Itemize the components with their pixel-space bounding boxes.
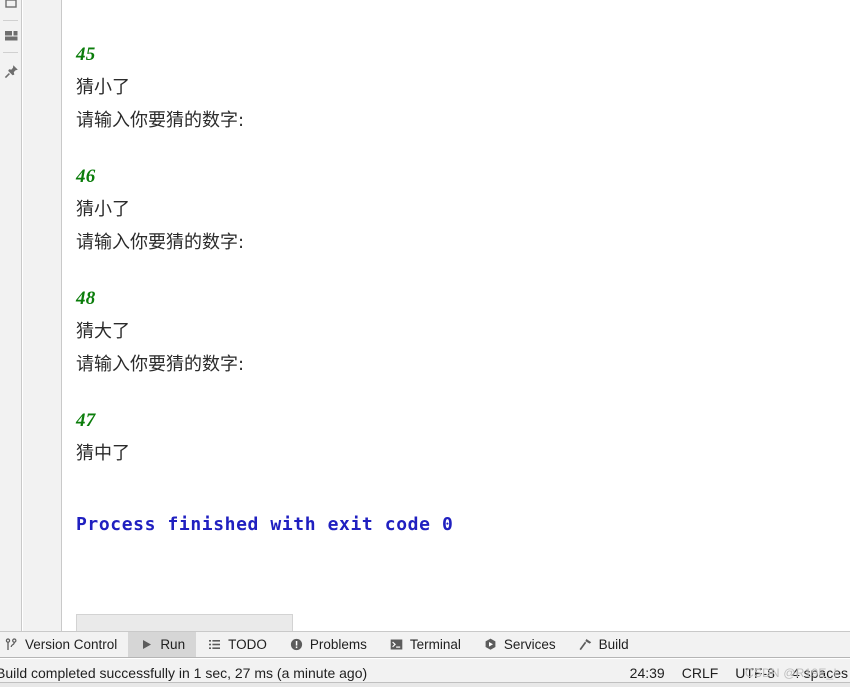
strip-divider-1 xyxy=(3,20,18,21)
tool-tab-terminal[interactable]: Terminal xyxy=(378,632,472,657)
output-block: 48 猜大了 请输入你要猜的数字: xyxy=(76,282,850,381)
strip-divider-2 xyxy=(3,52,18,53)
tool-tab-run[interactable]: Run xyxy=(128,632,197,657)
console-gutter xyxy=(23,0,62,631)
play-icon xyxy=(139,637,154,652)
pin-icon[interactable] xyxy=(2,62,20,80)
tool-tab-label: Services xyxy=(503,637,556,652)
guess-result-text: 猜小了 xyxy=(76,77,130,98)
ide-window: 45 猜小了 请输入你要猜的数字: 46 猜小了 请输入你要猜的数字: 48 猜… xyxy=(0,0,850,687)
list-icon xyxy=(207,637,222,652)
services-icon xyxy=(483,637,498,652)
run-console-output[interactable]: 45 猜小了 请输入你要猜的数字: 46 猜小了 请输入你要猜的数字: 48 猜… xyxy=(63,0,850,631)
hammer-icon xyxy=(578,637,593,652)
branch-icon xyxy=(4,637,19,652)
tool-tab-problems[interactable]: Problems xyxy=(278,632,378,657)
guess-result-text: 猜中了 xyxy=(76,443,130,464)
console-text-area: 45 猜小了 请输入你要猜的数字: 46 猜小了 请输入你要猜的数字: 48 猜… xyxy=(63,38,850,539)
output-block: 47 猜中了 xyxy=(76,404,850,470)
console-popup-panel[interactable] xyxy=(76,614,293,631)
indent-indicator[interactable]: 4 spaces xyxy=(792,665,848,681)
guess-result-text: 猜大了 xyxy=(76,321,130,342)
user-input-value: 47 xyxy=(76,410,96,431)
tool-tab-label: Version Control xyxy=(25,637,118,652)
guess-prompt-text: 请输入你要猜的数字: xyxy=(76,110,245,131)
guess-prompt-text: 请输入你要猜的数字: xyxy=(76,232,245,253)
guess-result-text: 猜小了 xyxy=(76,199,130,220)
tool-tab-label: Problems xyxy=(309,637,367,652)
terminal-icon xyxy=(389,637,404,652)
window-bottom-edge xyxy=(0,682,850,687)
build-status-message[interactable]: Build completed successfully in 1 sec, 2… xyxy=(0,665,367,681)
caret-position-indicator[interactable]: 24:39 xyxy=(630,665,665,681)
tool-tab-build[interactable]: Build xyxy=(567,632,640,657)
tool-window-bar: Version Control Run TODO Problems Termin… xyxy=(0,631,850,658)
left-tool-strip xyxy=(0,0,22,631)
user-input-value: 45 xyxy=(76,44,96,65)
tool-tab-version-control[interactable]: Version Control xyxy=(0,632,128,657)
user-input-value: 46 xyxy=(76,166,96,187)
tool-tab-label: Terminal xyxy=(409,637,461,652)
tool-tab-services[interactable]: Services xyxy=(472,632,567,657)
layout-icon[interactable] xyxy=(2,27,20,45)
output-block: 46 猜小了 请输入你要猜的数字: xyxy=(76,160,850,259)
tool-tab-label: Run xyxy=(160,637,186,652)
tool-tab-todo[interactable]: TODO xyxy=(196,632,278,657)
tool-tab-label: Build xyxy=(598,637,629,652)
output-block: 45 猜小了 请输入你要猜的数字: xyxy=(76,38,850,137)
structure-icon[interactable] xyxy=(2,0,20,14)
user-input-value: 48 xyxy=(76,288,96,309)
tool-tab-label: TODO xyxy=(228,637,267,652)
guess-prompt-text: 请输入你要猜的数字: xyxy=(76,354,245,375)
line-separator-indicator[interactable]: CRLF xyxy=(682,665,719,681)
warning-circle-icon xyxy=(289,637,304,652)
encoding-indicator[interactable]: UTF-8 xyxy=(735,665,775,681)
process-exit-message: Process finished with exit code 0 xyxy=(76,514,454,535)
